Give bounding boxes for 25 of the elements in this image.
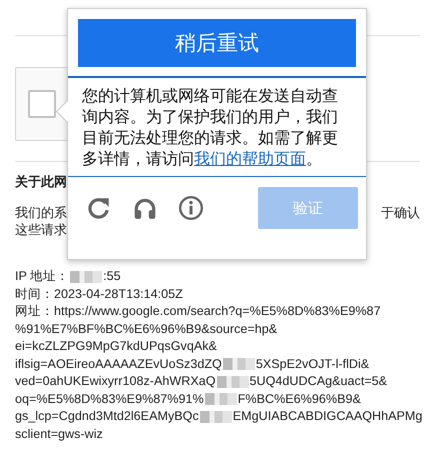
detail-text: F%BC%E6%96%B9& <box>238 390 361 408</box>
challenge-header: 稍后重试 <box>78 19 356 67</box>
detail-text: 5UQ4dUDCAg&uact=5& <box>250 373 388 390</box>
detail-text: %91%E7%BF%BC%E6%96%B9&source=hp& <box>15 320 278 338</box>
detail-text: iflsig=AOEireoAAAAAZEvUoSz3dZQ <box>15 356 222 373</box>
detail-text: 网址：https://www.google.com/search?q=%E5%8D%83%E9%87 <box>15 303 381 320</box>
body-text: 我们的系 <box>15 204 67 221</box>
body-text: 这些请求 <box>15 221 67 238</box>
detail-text: 时间：2023-04-28T13:14:05Z <box>15 286 183 302</box>
help-link[interactable]: 我们的帮助页面 <box>194 151 306 168</box>
challenge-message: 您的计算机或网络可能在发送自动查询内容。为了保护我们的用户，我们目前无法处理您的请求。如需了解更多详情，请访问我们的帮助页面。 <box>68 76 366 177</box>
checkbox[interactable] <box>28 90 56 118</box>
detail-text: :55 <box>103 268 121 285</box>
section-title: 关于此网 <box>15 174 67 190</box>
detail-text: EMgUIABCABDIGCAAQHhAPMg <box>232 408 422 425</box>
info-icon[interactable] <box>178 195 204 221</box>
body-text: 于确认 <box>381 204 420 221</box>
detail-text: sclient=gws-wiz <box>15 426 103 443</box>
reload-icon[interactable] <box>86 195 112 221</box>
detail-text: 5XSpE2vOJT-l-flDi& <box>256 356 370 373</box>
detail-text: ei=kcZLZPG9MpG7kdUPqsGvqAk& <box>15 338 217 355</box>
detail-text: IP 地址： <box>15 268 70 285</box>
detail-text: gs_lcp=Cgdnd3Mtd2l6EAMyBQc <box>15 408 199 425</box>
detail-text: ved=0ahUKEwixyrr108z-AhWRXaQ <box>15 373 216 390</box>
detail-text: oq=%E5%8D%83%E9%87%91% <box>15 390 204 408</box>
